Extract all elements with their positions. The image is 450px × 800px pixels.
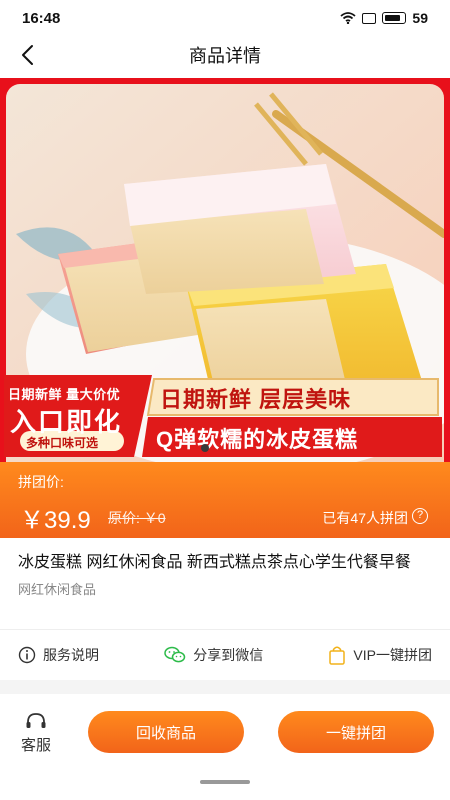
info-icon xyxy=(18,646,36,664)
service-info-button[interactable]: 服务说明 xyxy=(18,645,99,665)
section-gap xyxy=(0,680,450,694)
nav-bar: 商品详情 xyxy=(0,36,450,74)
product-title: 冰皮蛋糕 网红休闲食品 新西式糕点茶点心学生代餐早餐 xyxy=(18,554,411,571)
share-wechat-button[interactable]: 分享到微信 xyxy=(164,645,263,665)
promo-tag: 日期新鲜 量大价优 xyxy=(8,387,121,402)
group-price-value: ￥39.9 xyxy=(20,507,91,534)
battery-level: 59 xyxy=(412,10,428,26)
service-row: 服务说明 分享到微信 VIP一键拼团 xyxy=(0,630,450,680)
sim-icon xyxy=(362,12,377,24)
share-wechat-label: 分享到微信 xyxy=(193,647,264,663)
group-price-label: 拼团价: xyxy=(18,474,64,490)
product-image-carousel[interactable]: 日期新鲜 量大价优 入口即化 多种口味可选 日期新鲜 层层美味 Q弹软糯的冰皮蛋… xyxy=(0,78,450,462)
recycle-button[interactable]: 回收商品 xyxy=(88,711,244,753)
group-count: 已有47人拼团 xyxy=(322,510,408,526)
wechat-icon xyxy=(164,646,186,663)
product-info: 冰皮蛋糕 网红休闲食品 新西式糕点茶点心学生代餐早餐 网红休闲食品 xyxy=(0,538,450,628)
original-price: 原价: ￥0 xyxy=(108,510,166,526)
vip-group-button[interactable]: VIP一键拼团 xyxy=(328,645,432,665)
question-icon[interactable]: ? xyxy=(412,508,428,524)
promo-pill: 多种口味可选 xyxy=(26,436,99,450)
status-icons: 59 xyxy=(340,10,428,26)
slogan-line-1: 日期新鲜 层层美味 xyxy=(160,387,352,412)
status-bar: 16:48 59 xyxy=(0,0,450,36)
customer-service-button[interactable]: 客服 xyxy=(14,712,58,755)
status-time: 16:48 xyxy=(22,9,61,27)
vip-group-label: VIP一键拼团 xyxy=(353,647,432,663)
service-info-label: 服务说明 xyxy=(43,647,99,663)
page-title: 商品详情 xyxy=(189,46,261,66)
headset-icon xyxy=(26,713,46,728)
customer-service-label: 客服 xyxy=(20,737,51,754)
home-indicator xyxy=(200,780,250,784)
slogan-line-2: Q弹软糯的冰皮蛋糕 xyxy=(156,427,359,452)
carousel-indicator xyxy=(201,444,209,452)
group-buy-button[interactable]: 一键拼团 xyxy=(278,711,434,753)
price-bar: 拼团价: ￥39.9 原价: ￥0 已有47人拼团 ? xyxy=(0,462,450,538)
shopping-bag-icon xyxy=(329,646,346,665)
chevron-left-icon xyxy=(22,45,33,65)
back-button[interactable] xyxy=(14,42,40,68)
battery-icon xyxy=(382,12,407,24)
wifi-icon xyxy=(340,12,357,24)
product-subtitle: 网红休闲食品 xyxy=(18,582,97,597)
bottom-action-bar: 客服 回收商品 一键拼团 xyxy=(0,694,450,800)
